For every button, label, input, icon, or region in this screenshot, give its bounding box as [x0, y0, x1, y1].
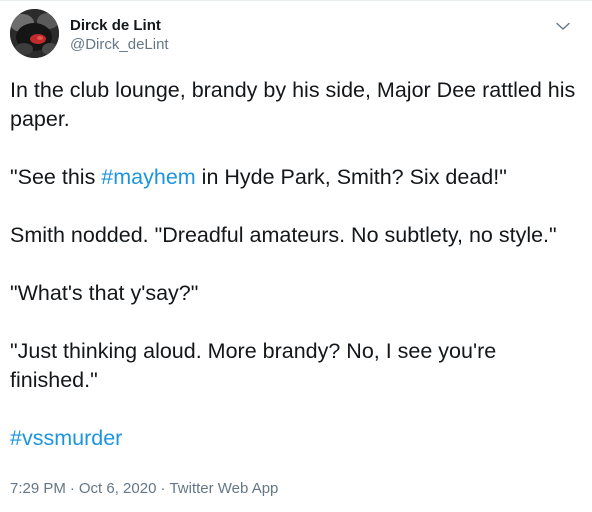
author-display-name[interactable]: Dirck de Lint — [70, 16, 169, 35]
tweet-card: Dirck de Lint @Dirck_deLint In the club … — [0, 0, 592, 512]
tweet-header: Dirck de Lint @Dirck_deLint — [10, 9, 582, 65]
tweet-metadata: 7:29 PM · Oct 6, 2020 · Twitter Web App — [10, 479, 278, 499]
tweet-paragraph-3: Smith nodded. "Dreadful amateurs. No sub… — [10, 223, 557, 247]
top-divider — [0, 0, 592, 1]
avatar-image — [10, 9, 59, 58]
tweet-paragraph-1: In the club lounge, brandy by his side, … — [10, 78, 576, 131]
tweet-hashtag-line: #vssmurder — [10, 424, 582, 453]
avatar[interactable] — [10, 9, 59, 58]
author-names: Dirck de Lint @Dirck_deLint — [70, 16, 169, 54]
tweet-paragraph-2: "See this #mayhem in Hyde Park, Smith? S… — [10, 163, 582, 192]
tweet-paragraph-4: "What's that y'say?" — [10, 281, 199, 305]
tweet-paragraph-5: "Just thinking aloud. More brandy? No, I… — [10, 339, 497, 392]
tweet-paragraph-2-end: in Hyde Park, Smith? Six dead!" — [195, 165, 507, 189]
tweet-paragraph-2-start: "See this — [10, 165, 102, 189]
tweet-source-link[interactable]: Twitter Web App — [169, 480, 278, 497]
hashtag-vssmurder-link[interactable]: #vssmurder — [10, 426, 122, 450]
tweet-time-link[interactable]: 7:29 PM — [10, 480, 66, 497]
meta-separator: · — [69, 480, 75, 497]
author-handle[interactable]: @Dirck_deLint — [70, 35, 169, 54]
chevron-down-icon[interactable] — [554, 17, 572, 35]
tweet-text: In the club lounge, brandy by his side, … — [10, 76, 582, 453]
hashtag-mayhem-link[interactable]: #mayhem — [101, 165, 195, 189]
tweet-date-link[interactable]: Oct 6, 2020 — [79, 480, 157, 497]
meta-separator: · — [160, 480, 166, 497]
